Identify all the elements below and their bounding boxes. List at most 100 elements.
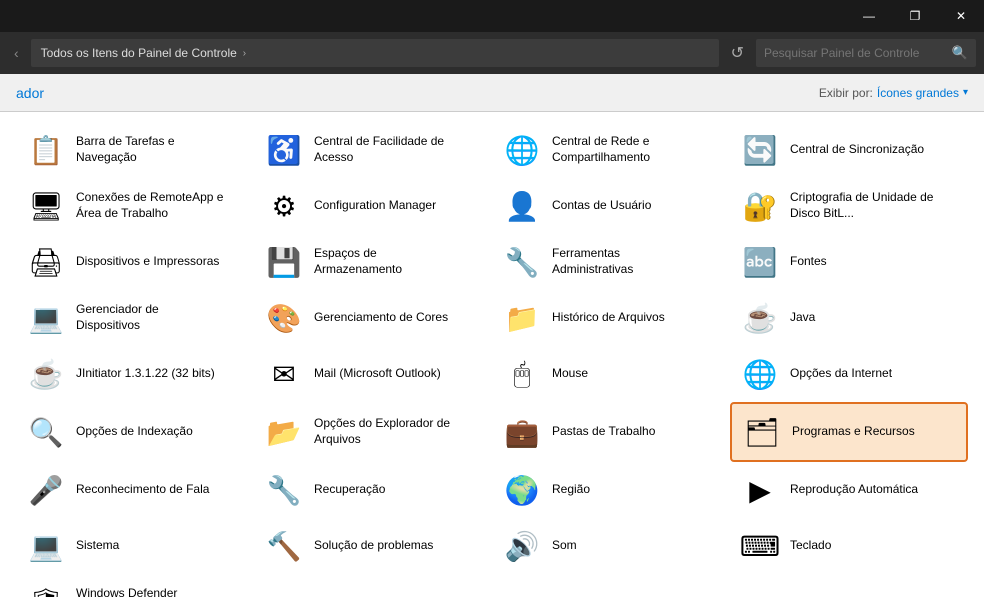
item-mouse[interactable]: 🖱Mouse	[492, 346, 730, 402]
recuperacao-label: Recuperação	[314, 482, 385, 498]
item-criptografia[interactable]: 🔐 Criptografia de Unidade de Disco BitL..…	[730, 178, 968, 234]
opcoes-explorador-label: Opções do Explorador de Arquivos	[314, 416, 450, 447]
item-opcoes-explorador[interactable]: 📂 Opções do Explorador de Arquivos	[254, 402, 492, 462]
barra-tarefas-icon: 📋	[26, 130, 66, 170]
criptografia-icon: 🔐	[740, 186, 780, 226]
conexoes-remoteapp-icon: 🖥	[26, 186, 66, 226]
opcoes-explorador-icon: 📂	[264, 412, 304, 452]
item-central-sincronizacao[interactable]: 🔄Central de Sincronização	[730, 122, 968, 178]
solucao-problemas-label: Solução de problemas	[314, 538, 433, 554]
fontes-icon: 🔤	[740, 242, 780, 282]
teclado-label: Teclado	[790, 538, 831, 554]
reconhecimento-fala-icon: 🎤	[26, 470, 66, 510]
item-jinitiator[interactable]: ☕JInitiator 1.3.1.22 (32 bits)	[16, 346, 254, 402]
espacos-armazenamento-icon: 💾	[264, 242, 304, 282]
item-gerenciamento-cores[interactable]: 🎨 Gerenciamento de Cores	[254, 290, 492, 346]
view-options: Exibir por: Ícones grandes ▾	[819, 86, 968, 100]
item-fontes[interactable]: 🔤 Fontes	[730, 234, 968, 290]
sistema-label: Sistema	[76, 538, 119, 554]
item-mail[interactable]: ✉ Mail (Microsoft Outlook)	[254, 346, 492, 402]
pastas-trabalho-label: Pastas de Trabalho	[552, 424, 655, 440]
contas-usuario-label: Contas de Usuário	[552, 198, 651, 214]
criptografia-label: Criptografia de Unidade de Disco BitL...	[790, 190, 933, 221]
programas-recursos-icon: 🗂	[742, 412, 782, 452]
item-pastas-trabalho[interactable]: 💼 Pastas de Trabalho	[492, 402, 730, 462]
regiao-icon: 🌍	[502, 470, 542, 510]
conexoes-remoteapp-label: Conexões de RemoteApp e Área de Trabalho	[76, 190, 223, 221]
address-path[interactable]: Todos os Itens do Painel de Controle ›	[31, 39, 719, 67]
mail-label: Mail (Microsoft Outlook)	[314, 366, 441, 382]
item-reconhecimento-fala[interactable]: 🎤 Reconhecimento de Fala	[16, 462, 254, 518]
reproducao-automatica-icon: ▶	[740, 470, 780, 510]
fontes-label: Fontes	[790, 254, 827, 270]
close-button[interactable]: ✕	[938, 0, 984, 32]
item-java[interactable]: ☕ Java	[730, 290, 968, 346]
reproducao-automatica-label: Reprodução Automática	[790, 482, 918, 498]
item-ferramentas-admin[interactable]: 🔧 Ferramentas Administrativas	[492, 234, 730, 290]
control-panel-main: 📋Barra de Tarefas e Navegação♿Central de…	[0, 112, 984, 597]
dispositivos-impressoras-icon: 🖨	[26, 242, 66, 282]
item-regiao[interactable]: 🌍Região	[492, 462, 730, 518]
som-icon: 🔊	[502, 526, 542, 566]
solucao-problemas-icon: 🔨	[264, 526, 304, 566]
item-solucao-problemas[interactable]: 🔨 Solução de problemas	[254, 518, 492, 574]
ferramentas-admin-label: Ferramentas Administrativas	[552, 246, 633, 277]
minimize-button[interactable]: —	[846, 0, 892, 32]
gerenciamento-cores-icon: 🎨	[264, 298, 304, 338]
configuration-manager-label: Configuration Manager	[314, 198, 436, 214]
view-dropdown-arrow[interactable]: ▾	[963, 87, 968, 98]
configuration-manager-icon: ⚙	[264, 186, 304, 226]
item-barra-tarefas[interactable]: 📋Barra de Tarefas e Navegação	[16, 122, 254, 178]
item-gerenciador-dispositivos[interactable]: 💻 Gerenciador de Dispositivos	[16, 290, 254, 346]
java-label: Java	[790, 310, 815, 326]
historico-arquivos-label: Histórico de Arquivos	[552, 310, 665, 326]
item-dispositivos-impressoras[interactable]: 🖨 Dispositivos e Impressoras	[16, 234, 254, 290]
item-contas-usuario[interactable]: 👤Contas de Usuário	[492, 178, 730, 234]
gerenciador-dispositivos-icon: 💻	[26, 298, 66, 338]
mail-icon: ✉	[264, 354, 304, 394]
gerenciador-dispositivos-label: Gerenciador de Dispositivos	[76, 302, 159, 333]
item-teclado[interactable]: ⌨ Teclado	[730, 518, 968, 574]
item-reproducao-automatica[interactable]: ▶ Reprodução Automática	[730, 462, 968, 518]
espacos-armazenamento-label: Espaços de Armazenamento	[314, 246, 402, 277]
dispositivos-impressoras-label: Dispositivos e Impressoras	[76, 254, 219, 270]
central-sincronizacao-label: Central de Sincronização	[790, 142, 924, 158]
windows-defender-icon: 🛡	[26, 582, 66, 597]
addressbar: ‹ Todos os Itens do Painel de Controle ›…	[0, 32, 984, 74]
view-label: Exibir por:	[819, 86, 873, 100]
search-box[interactable]: 🔍	[756, 39, 976, 67]
item-programas-recursos[interactable]: 🗂 Programas e Recursos	[730, 402, 968, 462]
search-input[interactable]	[764, 46, 948, 60]
pastas-trabalho-icon: 💼	[502, 412, 542, 452]
item-opcoes-internet[interactable]: 🌐 Opções da Internet	[730, 346, 968, 402]
item-som[interactable]: 🔊Som	[492, 518, 730, 574]
view-value[interactable]: Ícones grandes	[877, 86, 959, 100]
programas-recursos-label: Programas e Recursos	[792, 424, 915, 440]
item-central-facilidade[interactable]: ♿Central de Facilidade de Acesso	[254, 122, 492, 178]
item-historico-arquivos[interactable]: 📁 Histórico de Arquivos	[492, 290, 730, 346]
back-button[interactable]: ‹	[8, 41, 25, 65]
teclado-icon: ⌨	[740, 526, 780, 566]
path-chevron: ›	[243, 48, 246, 59]
item-configuration-manager[interactable]: ⚙ Configuration Manager	[254, 178, 492, 234]
opcoes-internet-label: Opções da Internet	[790, 366, 892, 382]
item-conexoes-remoteapp[interactable]: 🖥 Conexões de RemoteApp e Área de Trabalh…	[16, 178, 254, 234]
sistema-icon: 💻	[26, 526, 66, 566]
gerenciamento-cores-label: Gerenciamento de Cores	[314, 310, 448, 326]
restore-button[interactable]: ❐	[892, 0, 938, 32]
item-opcoes-indexacao[interactable]: 🔍Opções de Indexação	[16, 402, 254, 462]
item-recuperacao[interactable]: 🔧 Recuperação	[254, 462, 492, 518]
reconhecimento-fala-label: Reconhecimento de Fala	[76, 482, 209, 498]
opcoes-internet-icon: 🌐	[740, 354, 780, 394]
ferramentas-admin-icon: 🔧	[502, 242, 542, 282]
refresh-button[interactable]: ↺	[725, 39, 750, 67]
java-icon: ☕	[740, 298, 780, 338]
historico-arquivos-icon: 📁	[502, 298, 542, 338]
mouse-icon: 🖱	[502, 354, 542, 394]
recuperacao-icon: 🔧	[264, 470, 304, 510]
item-sistema[interactable]: 💻 Sistema	[16, 518, 254, 574]
opcoes-indexacao-icon: 🔍	[26, 412, 66, 452]
item-windows-defender[interactable]: 🛡Windows Defender Firewall	[16, 574, 254, 597]
item-espacos-armazenamento[interactable]: 💾 Espaços de Armazenamento	[254, 234, 492, 290]
item-central-rede[interactable]: 🌐Central de Rede e Compartilhamento	[492, 122, 730, 178]
